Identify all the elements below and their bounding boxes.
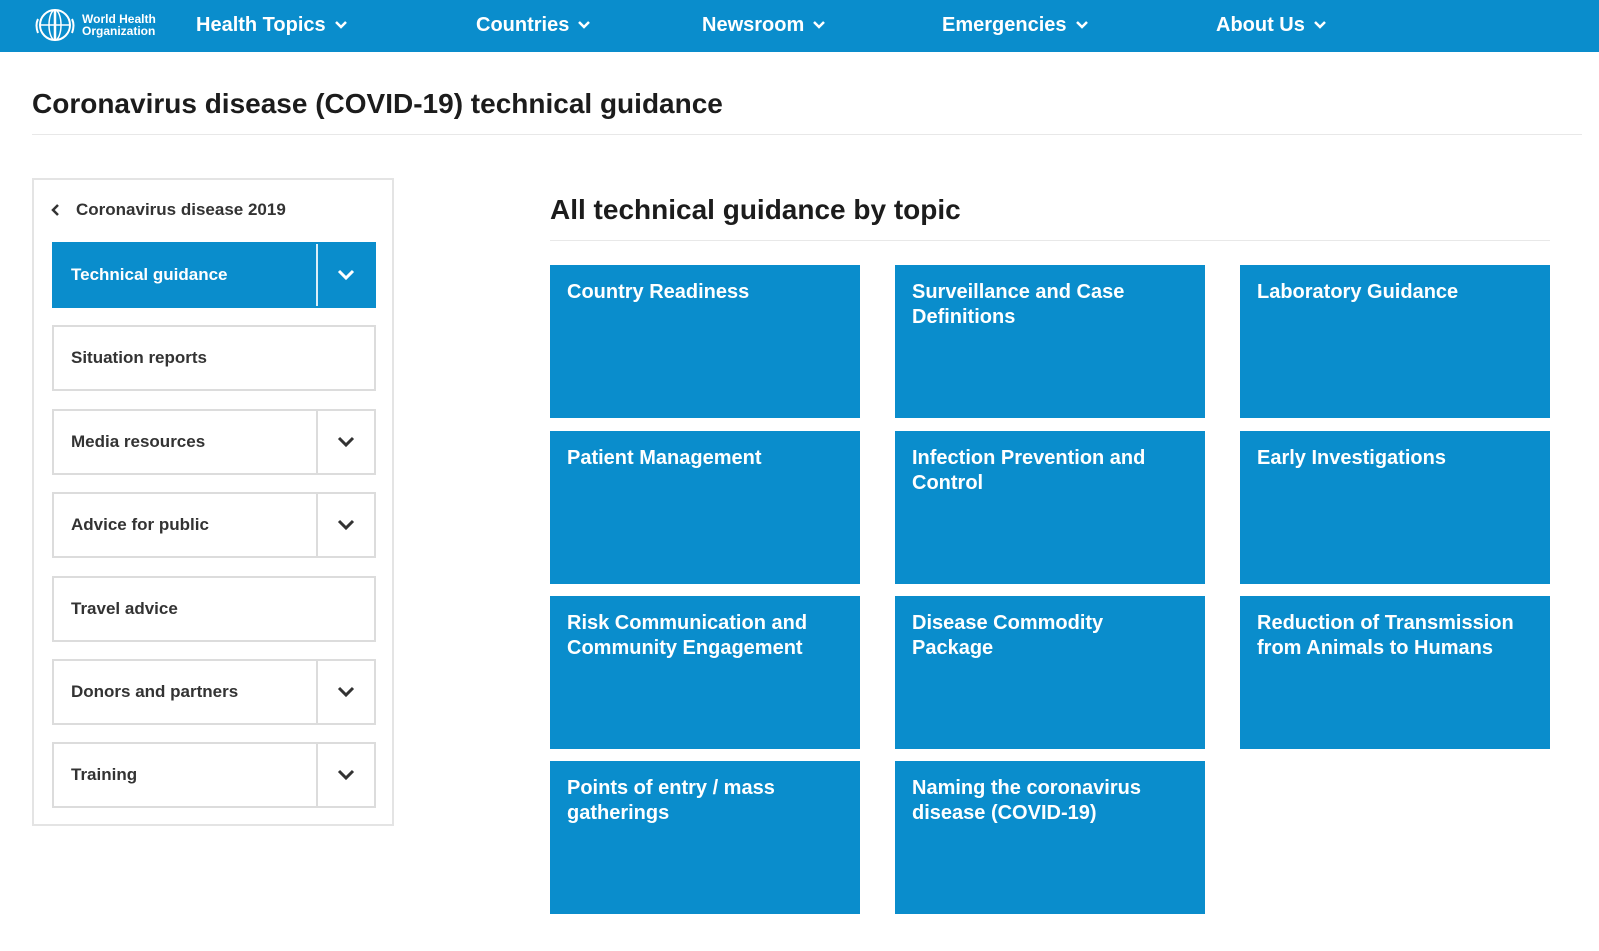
sidebar-item-advice-for-public[interactable]: Advice for public <box>52 492 376 558</box>
sidebar-item-training[interactable]: Training <box>52 742 376 808</box>
sidebar-item-label: Travel advice <box>71 599 178 618</box>
who-emblem-icon <box>35 9 75 41</box>
nav-countries[interactable]: Countries <box>476 12 591 38</box>
sidebar-expand-toggle[interactable] <box>316 244 374 306</box>
topic-tile-risk-communication[interactable]: Risk Communication and Community Engagem… <box>550 596 860 749</box>
topic-tile-surveillance[interactable]: Surveillance and Case Definitions <box>895 265 1205 418</box>
sidebar-expand-toggle[interactable] <box>316 411 374 473</box>
sidebar-item-technical-guidance[interactable]: Technical guidance <box>52 242 376 308</box>
chevron-down-icon <box>337 436 355 448</box>
sidebar-expand-toggle[interactable] <box>316 744 374 806</box>
logo-text: World Health Organization <box>82 12 156 38</box>
topic-tile-laboratory-guidance[interactable]: Laboratory Guidance <box>1240 265 1550 418</box>
sidebar-item-label: Training <box>71 765 138 784</box>
sidebar-expand-toggle[interactable] <box>316 494 374 556</box>
sidebar-item-situation-reports[interactable]: Situation reports <box>52 325 376 391</box>
sidebar-expand-toggle[interactable] <box>316 661 374 723</box>
chevron-down-icon <box>1075 21 1088 29</box>
back-link[interactable]: Coronavirus disease 2019 <box>50 200 286 220</box>
nav-label: Countries <box>476 13 570 36</box>
topic-tile-patient-management[interactable]: Patient Management <box>550 431 860 584</box>
chevron-down-icon <box>1314 21 1326 29</box>
page-title: Coronavirus disease (COVID-19) technical… <box>32 88 723 119</box>
chevron-down-icon <box>337 769 355 781</box>
chevron-left-icon <box>51 204 59 216</box>
chevron-down-icon <box>578 21 591 29</box>
nav-emergencies[interactable]: Emergencies <box>942 12 1089 38</box>
sidebar-item-label: Advice for public <box>71 515 209 534</box>
nav-about-us[interactable]: About Us <box>1216 12 1327 38</box>
divider <box>32 134 1582 135</box>
chevron-down-icon <box>334 21 347 29</box>
divider <box>550 240 1550 241</box>
topic-tile-disease-commodity[interactable]: Disease Commodity Package <box>895 596 1205 749</box>
sidebar-item-label: Media resources <box>71 432 206 451</box>
chevron-down-icon <box>813 21 826 29</box>
top-navigation-bar: World Health Organization Health Topics … <box>0 0 1599 52</box>
topic-tile-points-of-entry[interactable]: Points of entry / mass gatherings <box>550 761 860 914</box>
nav-health-topics[interactable]: Health Topics <box>196 12 348 38</box>
nav-newsroom[interactable]: Newsroom <box>702 12 826 38</box>
nav-label: Emergencies <box>942 13 1067 36</box>
sidebar-item-label: Situation reports <box>71 348 208 367</box>
sidebar-item-travel-advice[interactable]: Travel advice <box>52 576 376 642</box>
topic-tile-country-readiness[interactable]: Country Readiness <box>550 265 860 418</box>
topic-tile-naming-covid[interactable]: Naming the coronavirus disease (COVID-19… <box>895 761 1205 914</box>
sidebar-item-donors-and-partners[interactable]: Donors and partners <box>52 659 376 725</box>
topic-tile-animal-transmission[interactable]: Reduction of Transmission from Animals t… <box>1240 596 1550 749</box>
chevron-down-icon <box>337 269 355 281</box>
nav-label: Newsroom <box>702 13 805 36</box>
sidebar: Coronavirus disease 2019 Technical guida… <box>32 178 394 826</box>
topic-tile-infection-prevention[interactable]: Infection Prevention and Control <box>895 431 1205 584</box>
sidebar-item-label: Technical guidance <box>71 265 228 284</box>
chevron-down-icon <box>337 519 355 531</box>
nav-label: About Us <box>1216 13 1305 36</box>
section-heading: All technical guidance by topic <box>550 194 961 225</box>
who-logo[interactable]: World Health Organization <box>34 5 166 45</box>
back-link-label: Coronavirus disease 2019 <box>76 200 286 219</box>
chevron-down-icon <box>337 686 355 698</box>
nav-label: Health Topics <box>196 13 326 36</box>
sidebar-item-label: Donors and partners <box>71 682 239 701</box>
topic-tile-early-investigations[interactable]: Early Investigations <box>1240 431 1550 584</box>
sidebar-item-media-resources[interactable]: Media resources <box>52 409 376 475</box>
